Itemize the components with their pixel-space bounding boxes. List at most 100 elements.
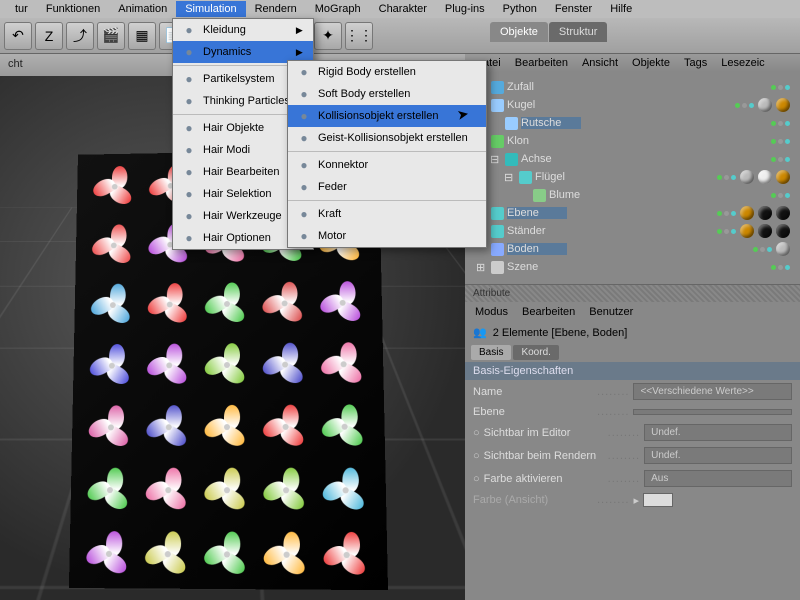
object-icon (505, 117, 518, 130)
attr-menu[interactable]: Benutzer (589, 306, 633, 318)
visibility-dots[interactable] (753, 242, 796, 256)
property-value[interactable]: Undef. (644, 424, 792, 441)
menu-item[interactable]: ●Soft Body erstellen (288, 83, 486, 105)
attribute-tabs[interactable]: BasisKoord. (465, 343, 800, 362)
tag-icon[interactable] (740, 206, 754, 220)
tree-row[interactable]: Ständer (473, 222, 796, 240)
tag-icon[interactable] (758, 206, 772, 220)
tag-icon[interactable] (758, 98, 772, 112)
om-menu[interactable]: Bearbeiten (515, 57, 568, 69)
object-name[interactable]: Ständer (507, 225, 567, 237)
tree-row[interactable]: Ebene (473, 204, 796, 222)
tree-row[interactable]: ⊟ Achse (473, 150, 796, 168)
menu-item[interactable]: ●Motor (288, 225, 486, 247)
menu-plug-ins[interactable]: Plug-ins (436, 1, 494, 17)
object-name[interactable]: Ebene (507, 207, 567, 219)
toolbar-button[interactable]: ▦ (128, 22, 156, 50)
tree-row[interactable]: Boden (473, 240, 796, 258)
om-menu[interactable]: Lesezeic (721, 57, 764, 69)
tag-icon[interactable] (776, 224, 790, 238)
object-tree[interactable]: Zufall ⊟Kugel Rutsche ⊟Klon ⊟ Achse ⊟ Flügel Blu… (465, 72, 800, 280)
visibility-dots[interactable] (717, 224, 796, 238)
om-menu[interactable]: Objekte (632, 57, 670, 69)
attr-tab[interactable]: Koord. (513, 345, 558, 360)
tag-icon[interactable] (776, 242, 790, 256)
visibility-dots[interactable] (717, 206, 796, 220)
object-name[interactable]: Szene (507, 261, 567, 273)
visibility-dots[interactable] (735, 98, 796, 112)
tree-row[interactable]: Rutsche (473, 114, 796, 132)
menu-hilfe[interactable]: Hilfe (601, 1, 641, 17)
property-value[interactable]: <<Verschiedene Werte>> (633, 383, 792, 400)
object-name[interactable]: Zufall (507, 81, 567, 93)
menu-animation[interactable]: Animation (109, 1, 176, 17)
object-name[interactable]: Flügel (535, 171, 595, 183)
attr-menu[interactable]: Bearbeiten (522, 306, 575, 318)
menu-item[interactable]: ●Rigid Body erstellen (288, 61, 486, 83)
tag-icon[interactable] (776, 170, 790, 184)
tree-row[interactable]: Blume (473, 186, 796, 204)
om-menu[interactable]: Tags (684, 57, 707, 69)
object-name[interactable]: Rutsche (521, 117, 581, 129)
tag-icon[interactable] (758, 170, 772, 184)
object-name[interactable]: Achse (521, 153, 581, 165)
tag-icon[interactable] (740, 224, 754, 238)
toolbar-button[interactable]: ✦ (314, 22, 342, 50)
attr-tab[interactable]: Basis (471, 345, 511, 360)
tree-row[interactable]: ⊟Klon (473, 132, 796, 150)
object-name[interactable]: Boden (507, 243, 567, 255)
visibility-dots[interactable] (771, 157, 796, 162)
menu-simulation[interactable]: Simulation (176, 1, 245, 17)
expand-icon[interactable]: ⊞ (476, 261, 488, 274)
toolbar-button[interactable]: Z (35, 22, 63, 50)
visibility-dots[interactable] (771, 139, 796, 144)
attribute-bar[interactable]: Modus Bearbeiten Benutzer (465, 302, 800, 322)
attr-menu[interactable]: Modus (475, 306, 508, 318)
toolbar-button[interactable]: 🎬 (97, 22, 125, 50)
menu-python[interactable]: Python (494, 1, 546, 17)
tree-row[interactable]: Zufall (473, 78, 796, 96)
tag-icon[interactable] (758, 224, 772, 238)
menu-rendern[interactable]: Rendern (246, 1, 306, 17)
menu-item[interactable]: ●Geist-Kollisionsobjekt erstellen (288, 127, 486, 149)
property-row: Ebene........ (465, 403, 800, 421)
property-value[interactable]: Undef. (644, 447, 792, 464)
visibility-dots[interactable] (771, 193, 796, 198)
menu-fenster[interactable]: Fenster (546, 1, 601, 17)
tree-row[interactable]: ⊟Kugel (473, 96, 796, 114)
visibility-dots[interactable] (771, 121, 796, 126)
object-name[interactable]: Klon (507, 135, 567, 147)
tab-struktur[interactable]: Struktur (549, 22, 608, 42)
object-name[interactable]: Blume (549, 189, 609, 201)
menu-item[interactable]: ●Konnektor (288, 154, 486, 176)
menu-item[interactable]: ●Feder (288, 176, 486, 198)
toolbar-button[interactable]: ⋮⋮ (345, 22, 373, 50)
tree-row[interactable]: ⊞ Szene (473, 258, 796, 276)
om-menu[interactable]: Ansicht (582, 57, 618, 69)
property-value[interactable]: Aus (644, 470, 792, 487)
pinwheel (92, 285, 134, 326)
tag-icon[interactable] (776, 98, 790, 112)
visibility-dots[interactable] (717, 170, 796, 184)
object-name[interactable]: Kugel (507, 99, 567, 111)
dynamics-submenu[interactable]: ●Rigid Body erstellen●Soft Body erstelle… (287, 60, 487, 248)
menu-item[interactable]: ●Kraft (288, 203, 486, 225)
visibility-dots[interactable] (771, 265, 796, 270)
menu-tur[interactable]: tur (6, 1, 37, 17)
color-swatch[interactable] (643, 493, 673, 507)
toolbar-button[interactable]: ↶ (4, 22, 32, 50)
toolbar-button[interactable]: ⤴ (66, 22, 94, 50)
property-value[interactable] (633, 409, 792, 415)
visibility-dots[interactable] (771, 85, 796, 90)
tab-objekte[interactable]: Objekte (490, 22, 548, 42)
menu-funktionen[interactable]: Funktionen (37, 1, 109, 17)
expand-icon[interactable]: ⊟ (504, 171, 516, 184)
tree-row[interactable]: ⊟ Flügel (473, 168, 796, 186)
pinwheel (147, 469, 190, 512)
menu-mograph[interactable]: MoGraph (306, 1, 370, 17)
menu-item[interactable]: ●Kleidung▶ (173, 19, 313, 41)
tag-icon[interactable] (740, 170, 754, 184)
expand-icon[interactable]: ⊟ (490, 153, 502, 166)
menu-charakter[interactable]: Charakter (370, 1, 436, 17)
tag-icon[interactable] (776, 206, 790, 220)
